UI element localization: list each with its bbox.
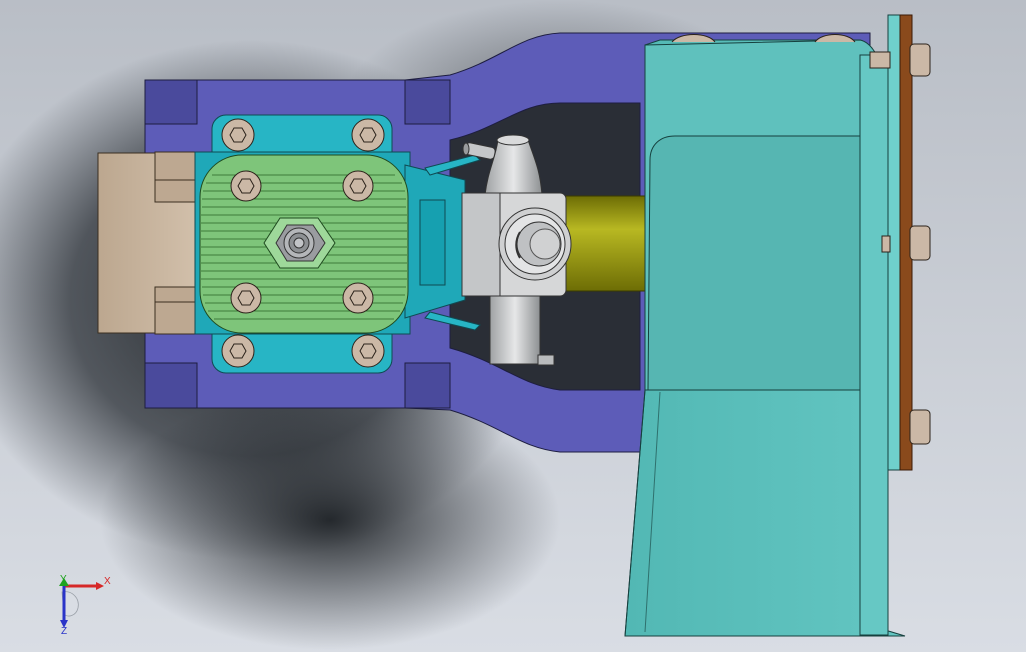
frame-corner-block — [144, 79, 198, 125]
x-axis-label: X — [104, 576, 111, 587]
bolt-icon — [351, 118, 385, 152]
bolt-icon — [342, 170, 374, 202]
z-axis-label: Z — [61, 626, 67, 636]
cad-viewport[interactable]: X Y Z — [0, 0, 1026, 652]
bolt-icon — [909, 43, 931, 77]
x-axis-arrow-icon — [64, 582, 104, 590]
frame-corner-block — [144, 362, 198, 409]
bolt-icon — [909, 225, 931, 261]
drop-shadow-lower — [100, 390, 560, 650]
gearbox-housing[interactable] — [624, 34, 906, 637]
bolt-icon — [221, 334, 255, 368]
y-axis-label: Y — [60, 574, 67, 585]
bolt-icon — [351, 334, 385, 368]
rear-cover[interactable] — [97, 151, 201, 335]
model-canvas[interactable] — [0, 0, 1026, 652]
frame-corner-block — [404, 79, 451, 125]
bolt-icon — [869, 51, 891, 69]
bolt-icon — [909, 409, 931, 445]
bolt-icon — [230, 282, 262, 314]
frame-corner-block — [404, 362, 451, 409]
bolt-icon — [221, 118, 255, 152]
axis-triad: X Y Z — [59, 574, 111, 636]
bolt-icon — [342, 282, 374, 314]
bolt-icon — [230, 170, 262, 202]
